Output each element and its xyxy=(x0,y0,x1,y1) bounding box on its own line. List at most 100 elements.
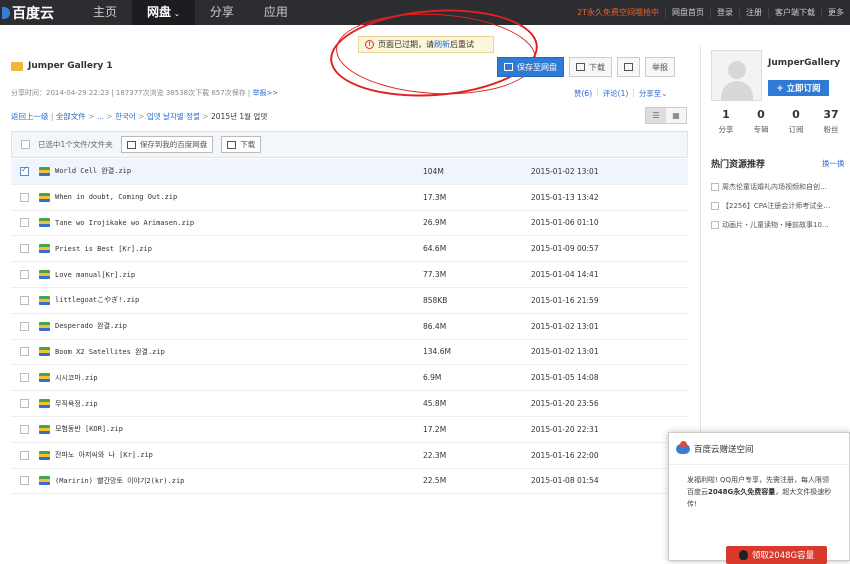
file-row[interactable]: 잔파노 아저씨와 나 [Kr].zip 22.3M 2015-01-16 22:00 xyxy=(11,443,688,469)
file-name[interactable]: Love manual[Kr].zip xyxy=(55,271,135,279)
save-to-my-netdisk-button[interactable]: 保存到我的百度网盘 xyxy=(120,136,214,153)
file-checkbox[interactable] xyxy=(20,244,29,254)
hot-item[interactable]: 【2256】CPA注册会计师考试全… xyxy=(711,196,850,215)
file-name[interactable]: Desperado 완결.zip xyxy=(55,321,127,331)
file-checkbox[interactable] xyxy=(20,270,29,280)
more-link[interactable]: 更多 xyxy=(821,7,850,18)
divider: > xyxy=(106,112,116,121)
folder-title: Jumper Gallery 1 xyxy=(11,61,113,71)
stat-albums[interactable]: 0 专辑 xyxy=(746,108,776,135)
file-checkbox[interactable] xyxy=(20,295,29,305)
file-row[interactable]: World Cell 완결.zip 104M 2015-01-02 13:01 xyxy=(11,159,688,185)
stat-subscriptions[interactable]: 0 订阅 xyxy=(781,108,811,135)
file-date: 2015-01-06 01:10 xyxy=(531,218,599,228)
file-name[interactable]: When in doubt, Coming Out.zip xyxy=(55,193,177,201)
file-list: World Cell 완결.zip 104M 2015-01-02 13:01 Whe… xyxy=(11,159,688,495)
file-checkbox[interactable] xyxy=(20,450,29,460)
nav-netdisk[interactable]: 网盘 ⌄ xyxy=(132,0,195,25)
register-link[interactable]: 注册 xyxy=(739,7,768,18)
select-all-checkbox[interactable] xyxy=(21,140,30,149)
toolbar-download-button[interactable]: 下载 xyxy=(221,136,262,153)
file-date: 2015-01-20 22:31 xyxy=(531,424,599,434)
grid-view-icon[interactable]: ▦ xyxy=(666,108,686,123)
file-date: 2015-01-08 01:54 xyxy=(531,476,599,486)
nav-share[interactable]: 分享 xyxy=(195,0,249,25)
file-name[interactable]: (Maririn) 빨간망토 이야기2(kr).zip xyxy=(55,476,184,486)
file-name[interactable]: 모험동반 [KOR].zip xyxy=(55,424,123,434)
file-checkbox[interactable] xyxy=(20,192,29,202)
username[interactable]: JumperGallery xyxy=(768,58,840,68)
file-date: 2015-01-02 13:01 xyxy=(531,347,599,357)
file-size: 26.9M xyxy=(423,218,447,228)
login-link[interactable]: 登录 xyxy=(710,7,739,18)
refresh-recommendations-link[interactable]: 换一换 xyxy=(822,158,845,169)
file-checkbox[interactable] xyxy=(20,165,29,176)
zip-file-icon xyxy=(39,192,50,202)
qrcode-button[interactable] xyxy=(617,57,640,77)
hot-item-label: 动画片・儿童读物・睡前故事10… xyxy=(722,220,829,229)
file-row[interactable]: littlegoatこやぎ!.zip 858KB 2015-01-16 21:59 xyxy=(11,288,688,314)
report-link[interactable]: 举报>> xyxy=(253,89,279,97)
promo-link[interactable]: 2T永久免费空间哦抢中 xyxy=(571,7,665,18)
file-checkbox[interactable] xyxy=(20,218,29,228)
file-checkbox[interactable] xyxy=(20,399,29,409)
file-row[interactable]: Boom X2 Satellites 완결.zip 134.6M 2015-01-0… xyxy=(11,340,688,366)
baidu-cloud-logo[interactable]: 百度云 xyxy=(0,0,54,25)
file-name[interactable]: Priest is Best [Kr].zip xyxy=(55,245,152,253)
client-download-link[interactable]: 客户端下载 xyxy=(768,7,821,18)
claim-storage-button[interactable]: 领取2048G容量 xyxy=(726,546,827,564)
file-row[interactable]: (Maririn) 빨간망토 이야기2(kr).zip 22.5M 2015-01-… xyxy=(11,469,688,495)
like-link[interactable]: 赞(6) xyxy=(574,88,592,99)
breadcrumb-ellipsis[interactable]: ... xyxy=(97,112,104,121)
share-meta-text: 分享时间：2014-04-29 22:23 | 187377次浏览 38538次… xyxy=(11,89,251,97)
popup-title: 百度云赠送空间 xyxy=(694,444,754,455)
file-name[interactable]: Tane wo Irojikake wo Arimasen.zip xyxy=(55,219,194,227)
breadcrumb-korean[interactable]: 한국어 xyxy=(115,112,136,121)
file-row[interactable]: 모험동반 [KOR].zip 17.2M 2015-01-20 22:31 xyxy=(11,417,688,443)
stat-fans[interactable]: 37 粉丝 xyxy=(816,108,846,135)
nav-apps[interactable]: 应用 xyxy=(249,0,303,25)
breadcrumb-update-sort[interactable]: 업뎃 날자별 정렬 xyxy=(147,112,200,121)
share-to-link[interactable]: 分享至⌄ xyxy=(639,88,668,99)
file-size: 6.9M xyxy=(423,373,442,383)
file-row[interactable]: Desperado 완결.zip 86.4M 2015-01-02 13:01 xyxy=(11,314,688,340)
file-checkbox[interactable] xyxy=(20,321,29,331)
file-name[interactable]: 잔파노 아저씨와 나 [Kr].zip xyxy=(55,450,153,460)
popup-body: 发福利啦! QQ用户专享，先需注册，每人限领 百度云2048G永久免费容量，超大… xyxy=(687,474,850,510)
file-checkbox[interactable] xyxy=(20,476,29,486)
file-name[interactable]: 시시코마.zip xyxy=(55,373,98,383)
file-checkbox[interactable] xyxy=(20,424,29,434)
file-name[interactable]: 무직욕정.zip xyxy=(55,399,98,409)
nav-home[interactable]: 主页 xyxy=(78,0,132,25)
file-row[interactable]: Love manual[Kr].zip 77.3M 2015-01-04 14:41 xyxy=(11,262,688,288)
subscribe-button[interactable]: + 立即订阅 xyxy=(768,80,829,96)
file-row[interactable]: Tane wo Irojikake wo Arimasen.zip 26.9M 20… xyxy=(11,211,688,237)
stat-shares[interactable]: 1 分享 xyxy=(711,108,741,135)
file-name[interactable]: littlegoatこやぎ!.zip xyxy=(55,295,139,305)
file-row[interactable]: Priest is Best [Kr].zip 64.6M 2015-01-09 0… xyxy=(11,236,688,263)
file-row[interactable]: When in doubt, Coming Out.zip 17.3M 2015-0… xyxy=(11,185,688,211)
file-row[interactable]: 무직욕정.zip 45.8M 2015-01-20 23:56 xyxy=(11,391,688,417)
popup-line2-suffix: ，超大文件极速秒 xyxy=(775,488,832,496)
save-to-my-netdisk-label: 保存到我的百度网盘 xyxy=(139,140,208,149)
comment-link[interactable]: 评论(1) xyxy=(603,88,629,99)
popup-line1: 发福利啦! QQ用户专享，先需注册，每人限领 xyxy=(687,476,830,484)
file-checkbox[interactable] xyxy=(20,373,29,383)
netdisk-home-link[interactable]: 网盘首页 xyxy=(665,7,710,18)
hot-item[interactable]: 周杰伦童话婚礼内场视频和自创… xyxy=(711,177,850,196)
logo-text: 百度云 xyxy=(12,5,54,22)
breadcrumb-back[interactable]: 返回上一级 xyxy=(11,112,49,121)
share-meta: 分享时间：2014-04-29 22:23 | 187377次浏览 38538次… xyxy=(11,88,278,98)
file-row[interactable]: 시시코마.zip 6.9M 2015-01-05 14:08 xyxy=(11,365,688,392)
file-name[interactable]: Boom X2 Satellites 완결.zip xyxy=(55,347,165,357)
list-view-icon[interactable]: ☰ xyxy=(646,108,666,123)
save-to-netdisk-button[interactable]: 保存至网盘 xyxy=(497,57,564,77)
file-name[interactable]: World Cell 완결.zip xyxy=(55,166,131,176)
file-checkbox[interactable] xyxy=(20,347,29,357)
hot-item[interactable]: 动画片・儿童读物・睡前故事10… xyxy=(711,215,850,234)
avatar[interactable] xyxy=(711,50,762,101)
report-button[interactable]: 举报 xyxy=(645,57,675,77)
breadcrumb-all-files[interactable]: 全部文件 xyxy=(56,112,86,121)
file-size: 22.5M xyxy=(423,476,447,486)
download-button[interactable]: 下载 xyxy=(569,57,612,77)
